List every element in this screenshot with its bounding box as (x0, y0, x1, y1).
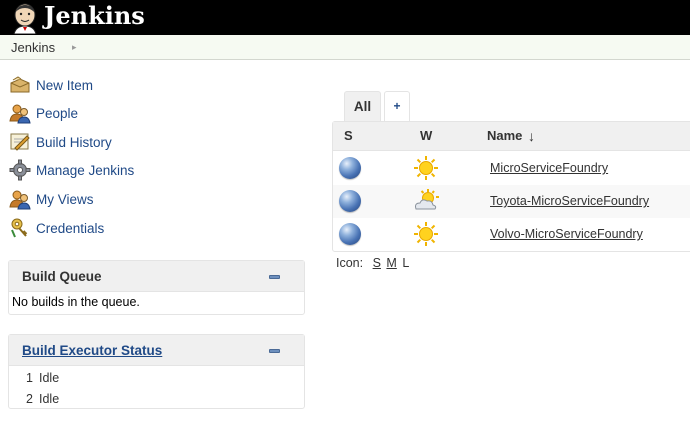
task-label: Build History (36, 134, 112, 150)
table-row: Toyota-MicroServiceFoundry (333, 185, 690, 218)
weather-sunny-icon[interactable] (413, 221, 439, 247)
task-new-item[interactable]: New Item (9, 74, 93, 96)
executor-number: 2 (26, 391, 33, 406)
task-label: My Views (36, 191, 94, 207)
executor-status: Idle (39, 391, 60, 406)
task-build-history[interactable]: Build History (9, 131, 112, 153)
tab-all[interactable]: All (344, 91, 381, 122)
task-label: New Item (36, 77, 94, 93)
executor-header: Build Executor Status (9, 335, 304, 366)
icon-size-small-link[interactable]: S (373, 256, 381, 270)
status-blue-ball-icon[interactable] (339, 157, 361, 179)
breadcrumb: Jenkins ▸ (0, 35, 690, 60)
task-my-views[interactable]: My Views (9, 188, 94, 210)
job-link[interactable]: Toyota-MicroServiceFoundry (490, 194, 649, 208)
column-header-weather[interactable]: W (420, 128, 432, 143)
weather-partly-cloudy-icon[interactable] (413, 188, 439, 214)
executor-status: Idle (39, 370, 60, 385)
collapse-icon[interactable] (269, 275, 280, 279)
weather-sunny-icon[interactable] (413, 155, 439, 181)
task-manage-jenkins[interactable]: Manage Jenkins (9, 159, 134, 181)
gear-icon (9, 159, 31, 181)
status-blue-ball-icon[interactable] (339, 190, 361, 212)
build-history-icon (10, 133, 30, 151)
build-queue-title: Build Queue (22, 269, 102, 284)
column-header-status[interactable]: S (344, 128, 353, 143)
table-header: S W Name ↓ (333, 122, 690, 151)
people-icon (9, 104, 31, 124)
build-queue-empty-text: No builds in the queue. (12, 295, 140, 309)
table-row: MicroServiceFoundry (333, 152, 690, 185)
task-label: People (36, 105, 79, 121)
build-queue-header: Build Queue (9, 261, 304, 292)
icon-size-medium-link[interactable]: M (386, 256, 396, 270)
executor-title-link[interactable]: Build Executor Status (22, 343, 162, 358)
icon-size-label: Icon: (336, 256, 364, 270)
executor-row: 1 Idle (9, 367, 304, 388)
build-queue-pane: Build Queue No builds in the queue. (8, 260, 305, 315)
job-link[interactable]: Volvo-MicroServiceFoundry (490, 227, 643, 241)
collapse-icon[interactable] (269, 349, 280, 353)
projects-table: S W Name ↓ MicroServiceFoundry Toyota-Mi… (332, 121, 690, 252)
executor-pane: Build Executor Status 1 Idle 2 Idle (8, 334, 305, 409)
job-link[interactable]: MicroServiceFoundry (490, 161, 608, 175)
breadcrumb-menu-arrow-icon[interactable]: ▸ (72, 42, 77, 53)
executor-row: 2 Idle (9, 388, 304, 409)
task-label: Manage Jenkins (36, 162, 135, 178)
breadcrumb-item-jenkins[interactable]: Jenkins (11, 40, 55, 55)
executor-number: 1 (26, 370, 33, 385)
sort-descending-icon[interactable]: ↓ (528, 128, 535, 144)
table-row: Volvo-MicroServiceFoundry (333, 218, 690, 251)
column-header-name[interactable]: Name (487, 128, 522, 143)
icon-size-selector: Icon: S M L (336, 256, 409, 270)
app-title[interactable]: Jenkins (44, 1, 145, 31)
icon-size-large-current: L (402, 256, 410, 270)
task-people[interactable]: People (9, 102, 78, 124)
top-header: Jenkins (0, 0, 690, 35)
task-label: Credentials (36, 220, 105, 236)
add-view-tab[interactable]: + (384, 91, 410, 122)
task-credentials[interactable]: Credentials (9, 217, 104, 239)
credentials-key-icon (11, 218, 28, 238)
my-views-icon (9, 190, 31, 210)
status-blue-ball-icon[interactable] (339, 223, 361, 245)
jenkins-logo-icon[interactable] (8, 2, 42, 34)
new-item-icon (10, 76, 30, 93)
